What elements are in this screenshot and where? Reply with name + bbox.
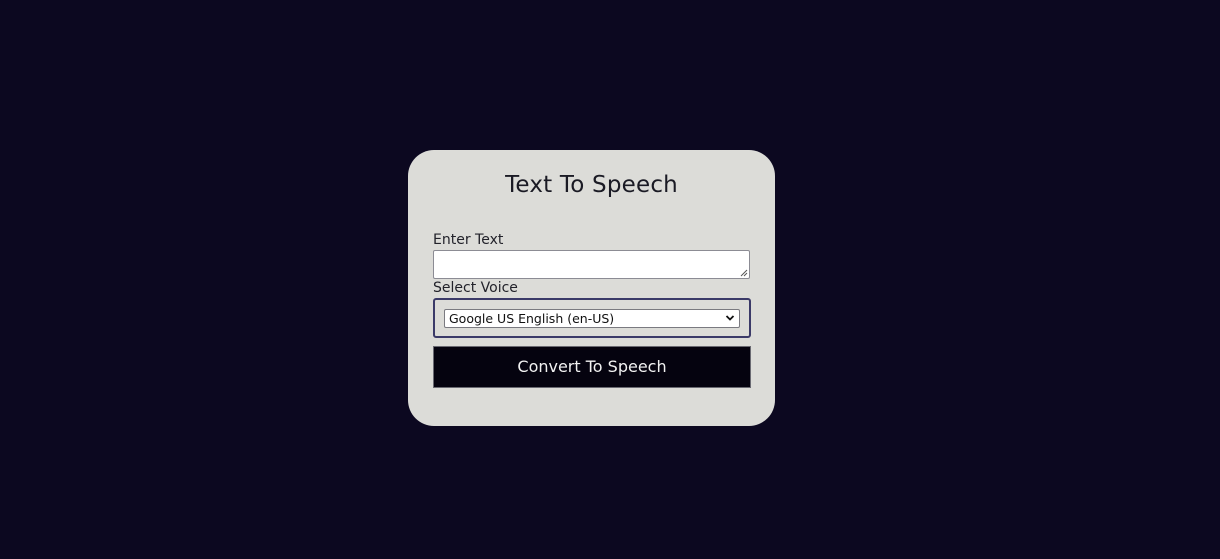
- convert-to-speech-button[interactable]: Convert To Speech: [433, 346, 751, 388]
- voice-select-value: Google US English (en-US): [449, 311, 615, 326]
- page-title: Text To Speech: [505, 172, 678, 198]
- enter-text-label: Enter Text: [433, 232, 504, 248]
- voice-select-focus-ring: Google US English (en-US): [433, 298, 751, 338]
- chevron-down-icon: [725, 315, 735, 321]
- select-voice-label: Select Voice: [433, 280, 518, 296]
- voice-select[interactable]: Google US English (en-US): [444, 309, 740, 328]
- tts-card: Text To Speech Enter Text Select Voice G…: [408, 150, 775, 426]
- text-input[interactable]: [433, 250, 750, 279]
